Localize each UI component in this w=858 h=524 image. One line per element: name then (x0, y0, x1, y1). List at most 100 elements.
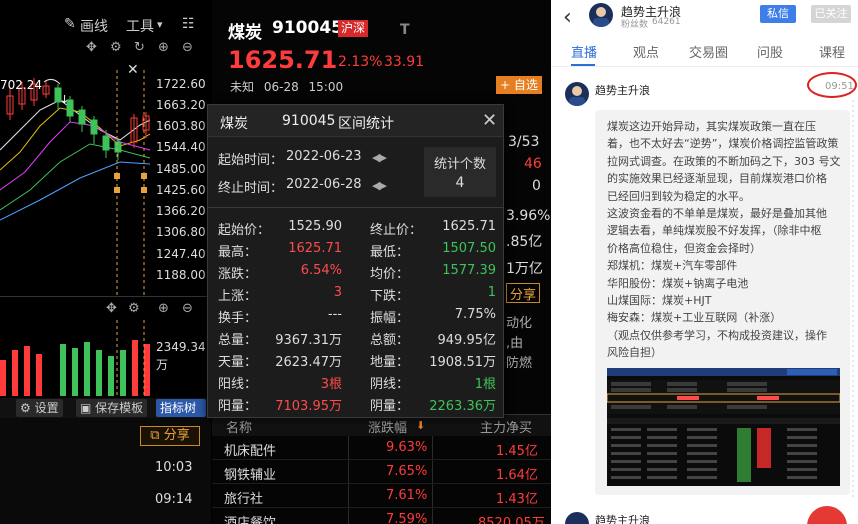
post-text-line: 风险自担） (607, 346, 662, 360)
stat-value: 2623.47万 (275, 355, 342, 370)
stat-value: 9367.31万 (275, 333, 342, 348)
move-icon[interactable]: ✥ (106, 301, 117, 316)
close-icon[interactable]: ✕ (127, 62, 139, 78)
price-axis-label: 1722.60 (156, 77, 206, 91)
stat-value: 1525.90 (288, 219, 342, 234)
stat-label: 最高： (218, 245, 258, 260)
add-watchlist-button[interactable]: + 自选 (496, 76, 542, 94)
count-value: 4 (455, 175, 465, 191)
sector-name: 机床配件 (224, 444, 277, 459)
tools-button[interactable]: 工具 (126, 16, 154, 36)
chart-toolbar: ✎ 画线 工具 ▾ ☷ (0, 12, 211, 36)
market-badge: 沪深 (338, 20, 369, 37)
list-item[interactable]: 机床配件 9.63% 1.45亿 (212, 437, 551, 460)
chart-bottom-toolbar: ⚙ 设置 ▣ 保存模板 指标树 (0, 398, 211, 418)
post-text-line: 已经回归到较为稳定的水平。 (607, 189, 750, 203)
list-item[interactable]: 旅行社 7.61% 1.43亿 (212, 485, 551, 508)
zoom-in-icon[interactable]: ⊕ (158, 40, 169, 55)
stat-label: 阴量： (370, 399, 410, 414)
stat-label: 振幅： (370, 311, 410, 326)
gear-icon[interactable]: ⚙ (128, 301, 140, 316)
close-icon[interactable]: ✕ (482, 110, 497, 131)
price-axis-label: 1306.80 (156, 225, 206, 239)
save-template-label: 保存模板 (95, 401, 144, 415)
side-value: 1万亿 (506, 261, 543, 277)
post-screenshot-image[interactable] (607, 368, 840, 486)
sort-desc-icon[interactable]: ⬇ (416, 419, 425, 432)
tab-opinions[interactable]: 观点 (633, 42, 659, 61)
avatar[interactable] (565, 512, 589, 524)
settings-label: 设置 (34, 401, 59, 415)
sector-pct: 7.59% (386, 512, 428, 524)
zoom-in-icon[interactable]: ⊕ (158, 301, 169, 316)
scrollbar[interactable] (851, 100, 855, 500)
settings-button[interactable]: ⚙ 设置 (16, 399, 63, 417)
arrow-down-icon: ↓ (60, 93, 70, 106)
floating-action-button[interactable] (807, 506, 847, 524)
list-item[interactable]: 钢铁辅业 7.65% 1.64亿 (212, 461, 551, 484)
refresh-icon[interactable]: ↻ (134, 40, 145, 55)
volume-canvas[interactable] (0, 320, 211, 396)
end-time-value: 2022-06-28 (286, 177, 362, 192)
social-panel: ‹ 趋势主升浪 粉丝数 64261 私信 已关注 直播 观点 交易圈 问股 课程… (551, 0, 858, 524)
indicator-tree-button[interactable]: 指标树 (156, 399, 206, 417)
stat-value: --- (327, 307, 342, 322)
stat-label: 起始价： (218, 223, 271, 238)
dialog-title: 区间统计 (338, 116, 394, 132)
draw-line-button[interactable]: 画线 (80, 16, 108, 36)
start-time-stepper-icon[interactable]: ◀▶ (372, 151, 387, 164)
header-pct[interactable]: 涨跌幅 (368, 417, 407, 436)
post-text-line: 着，也不太好去“逆势”，煤炭价格调控监管政策 (607, 137, 839, 151)
stat-value: 1根 (474, 377, 496, 392)
side-value: 3/53 (508, 134, 540, 150)
back-icon[interactable]: ‹ (563, 5, 572, 30)
gear-icon[interactable]: ⚙ (110, 40, 122, 55)
save-template-button[interactable]: ▣ 保存模板 (76, 399, 148, 417)
share-button[interactable]: ⧉ 分享 (140, 426, 200, 446)
chevron-down-icon[interactable]: ▾ (157, 18, 163, 31)
avatar[interactable] (589, 3, 613, 27)
tab-live[interactable]: 直播 (571, 42, 597, 61)
stat-label: 换手： (218, 311, 258, 326)
tab-trading-circle[interactable]: 交易圈 (689, 42, 728, 61)
current-price: 1625.71 (228, 46, 338, 74)
stat-value: 1908.51万 (429, 355, 496, 370)
end-time-stepper-icon[interactable]: ◀▶ (372, 179, 387, 192)
post-text-line: 拉网式调查。在政策的不断加码之下，303 号文 (607, 154, 841, 168)
private-message-button[interactable]: 私信 (760, 5, 796, 23)
count-box: 统计个数 4 (424, 147, 496, 197)
tab-courses[interactable]: 课程 (819, 42, 845, 61)
status-row: 未知 06-28 15:00 (230, 78, 343, 95)
fans-count: 64261 (652, 17, 681, 27)
sector-name: 酒店餐饮 (224, 516, 277, 524)
stock-name: 煤炭 (228, 23, 262, 43)
header-name[interactable]: 名称 (226, 417, 252, 436)
sector-net: 8520.05万 (478, 516, 545, 524)
trade-status: 未知 (230, 80, 255, 94)
stat-value: 3 (333, 285, 342, 300)
stat-label: 地量： (370, 355, 410, 370)
percent-change: 2.13% (338, 54, 383, 70)
kline-chart-panel: ✎ 画线 工具 ▾ ☷ ✥ ⚙ ↻ ⊕ ⊖ 702.24 ✕ ↓ 1722.60… (0, 0, 211, 524)
settings-sliders-icon[interactable]: ☷ (182, 16, 195, 32)
stat-label: 总量： (218, 333, 258, 348)
zoom-out-icon[interactable]: ⊖ (182, 301, 193, 316)
sector-list: 机床配件 9.63% 1.45亿 钢铁辅业 7.65% 1.64亿 旅行社 7.… (212, 436, 551, 524)
followed-button[interactable]: 已关注 (811, 5, 851, 23)
post-author: 趋势主升浪 (595, 514, 650, 524)
pencil-icon[interactable]: ✎ (64, 16, 76, 32)
tab-ask-stock[interactable]: 问股 (757, 42, 783, 61)
trading-app: ✎ 画线 工具 ▾ ☷ ✥ ⚙ ↻ ⊕ ⊖ 702.24 ✕ ↓ 1722.60… (0, 0, 551, 524)
stat-value: 1 (487, 285, 496, 300)
header-net-buy[interactable]: 主力净买 (480, 417, 532, 436)
side-value: 3.96% (506, 208, 551, 224)
absolute-change: 33.91 (384, 54, 425, 70)
stat-value: 2263.36万 (429, 399, 496, 414)
list-item[interactable]: 酒店餐饮 7.59% 8520.05万 (212, 509, 551, 524)
post-text-line: 价格高位稳住，但资金会择时） (607, 241, 761, 255)
stat-label: 均价： (370, 267, 410, 282)
share-button[interactable]: 分享 (506, 283, 541, 303)
move-icon[interactable]: ✥ (86, 40, 97, 55)
avatar[interactable] (565, 82, 589, 106)
zoom-out-icon[interactable]: ⊖ (182, 40, 193, 55)
